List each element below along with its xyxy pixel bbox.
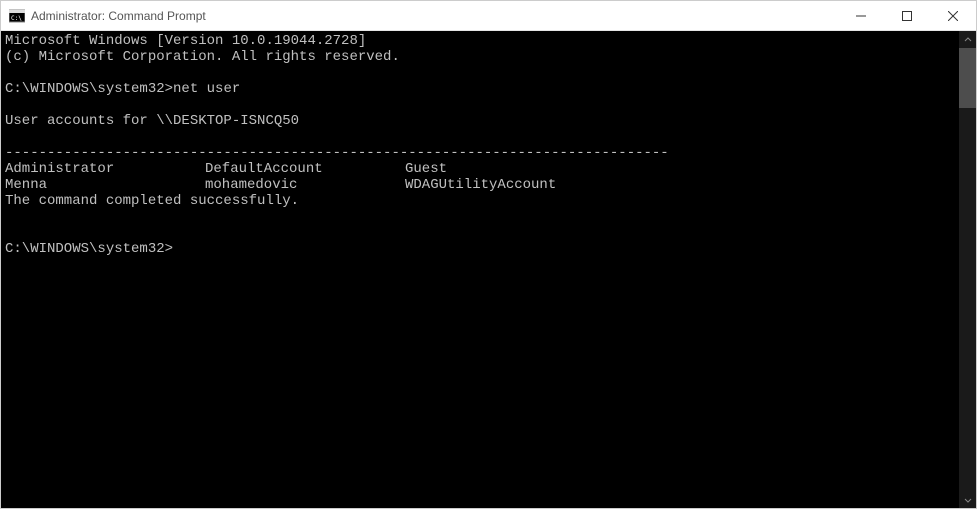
version-line: Microsoft Windows [Version 10.0.19044.27… <box>5 33 366 49</box>
maximize-button[interactable] <box>884 1 930 30</box>
completion-message: The command completed successfully. <box>5 193 299 209</box>
copyright-line: (c) Microsoft Corporation. All rights re… <box>5 49 400 65</box>
cursor <box>173 243 181 257</box>
user-cell: Menna <box>5 177 205 193</box>
scroll-thumb[interactable] <box>959 48 976 108</box>
command-prompt-window: C:\ Administrator: Command Prompt Micros… <box>0 0 977 509</box>
entered-command: net user <box>173 81 240 97</box>
window-controls <box>838 1 976 30</box>
user-cell: Administrator <box>5 161 205 177</box>
scroll-track[interactable] <box>959 48 976 491</box>
user-row: AdministratorDefaultAccountGuest <box>5 161 447 177</box>
scroll-up-arrow-icon[interactable] <box>959 31 976 48</box>
user-cell: mohamedovic <box>205 177 405 193</box>
titlebar[interactable]: C:\ Administrator: Command Prompt <box>1 1 976 31</box>
user-cell: Guest <box>405 161 447 177</box>
terminal-output[interactable]: Microsoft Windows [Version 10.0.19044.27… <box>1 31 959 508</box>
close-button[interactable] <box>930 1 976 30</box>
user-cell: WDAGUtilityAccount <box>405 177 556 193</box>
output-header: User accounts for \\DESKTOP-ISNCQ50 <box>5 113 299 129</box>
prompt-path: C:\WINDOWS\system32> <box>5 81 173 97</box>
vertical-scrollbar[interactable] <box>959 31 976 508</box>
user-cell: DefaultAccount <box>205 161 405 177</box>
terminal-container: Microsoft Windows [Version 10.0.19044.27… <box>1 31 976 508</box>
scroll-down-arrow-icon[interactable] <box>959 491 976 508</box>
window-title: Administrator: Command Prompt <box>31 9 838 23</box>
app-icon: C:\ <box>9 8 25 24</box>
prompt-path: C:\WINDOWS\system32> <box>5 241 173 257</box>
minimize-button[interactable] <box>838 1 884 30</box>
separator-line: ----------------------------------------… <box>5 145 669 161</box>
svg-text:C:\: C:\ <box>11 15 22 22</box>
user-row: MennamohamedovicWDAGUtilityAccount <box>5 177 556 193</box>
